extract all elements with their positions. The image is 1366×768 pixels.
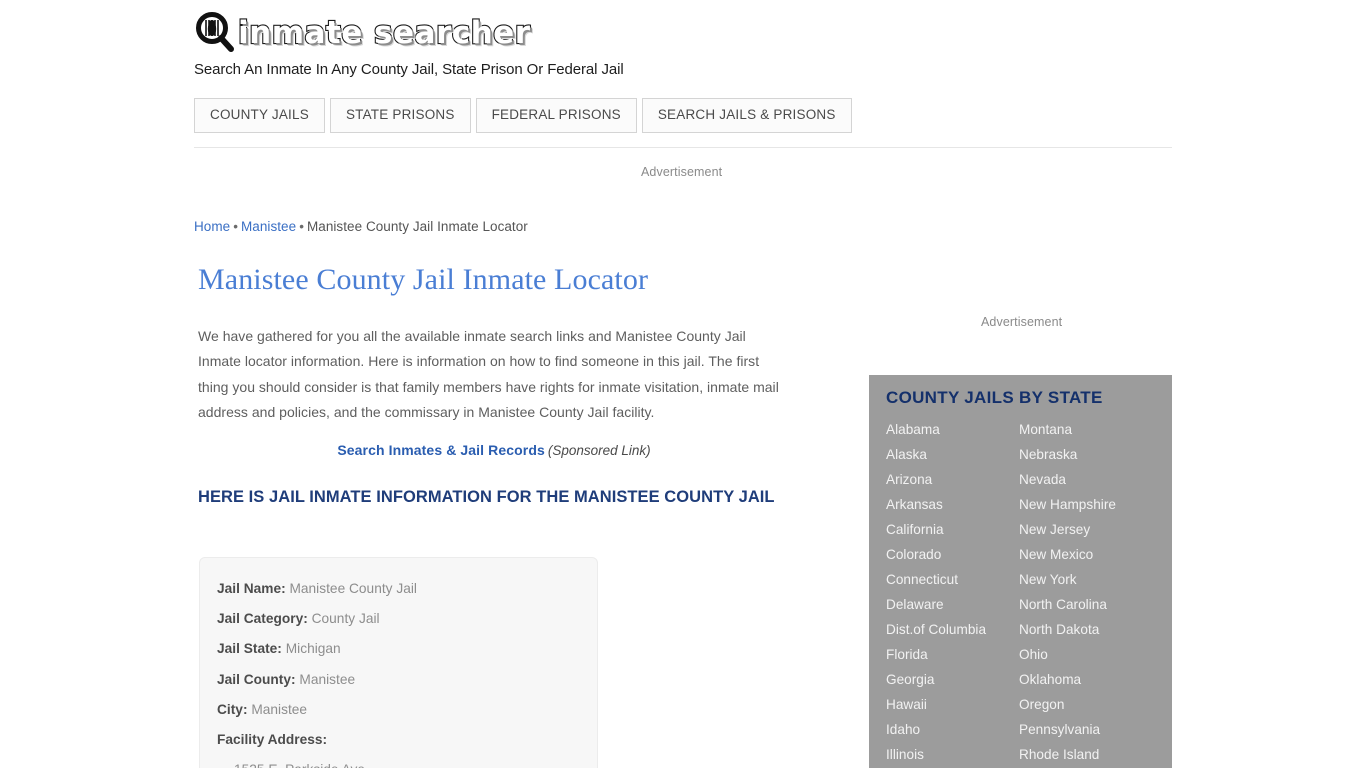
info-label-jail-category: Jail Category: (217, 611, 308, 627)
ad-label-sidebar: Advertisement (981, 315, 1063, 329)
page-title: Manistee County Jail Inmate Locator (198, 263, 649, 296)
search-inmates-records-link[interactable]: Search Inmates & Jail Records (337, 442, 545, 458)
state-link-dist-of-columbia[interactable]: Dist.of Columbia (886, 617, 1019, 642)
state-link-north-carolina[interactable]: North Carolina (1019, 592, 1172, 617)
state-link-alaska[interactable]: Alaska (886, 442, 1019, 467)
site-tagline: Search An Inmate In Any County Jail, Sta… (194, 61, 624, 78)
site-header: inmate searcher Search An Inmate In Any … (194, 10, 1172, 78)
intro-paragraph: We have gathered for you all the availab… (198, 328, 779, 420)
info-label-city: City: (217, 701, 248, 717)
info-value-jail-state: Michigan (285, 641, 341, 657)
state-link-illinois[interactable]: Illinois (886, 742, 1019, 767)
breadcrumb-separator-1: • (233, 219, 238, 234)
info-label-jail-state: Jail State: (217, 641, 282, 657)
nav-item-state-prisons[interactable]: STATE PRISONS (329, 98, 471, 133)
state-link-montana[interactable]: Montana (1019, 417, 1172, 442)
main-content: Manistee County Jail Inmate Locator We h… (194, 262, 794, 510)
info-value-jail-name: Manistee County Jail (289, 581, 417, 596)
info-row-jail-county: Jail County: Manistee (200, 665, 597, 695)
section-title-jail-info: HERE IS JAIL INMATE INFORMATION FOR THE … (198, 488, 775, 507)
page-root: inmate searcher Search An Inmate In Any … (0, 0, 1366, 768)
state-link-new-jersey[interactable]: New Jersey (1019, 517, 1172, 542)
info-label-jail-county: Jail County: (217, 671, 296, 687)
state-link-oklahoma[interactable]: Oklahoma (1019, 667, 1172, 692)
breadcrumb-home[interactable]: Home (194, 219, 230, 234)
state-link-arkansas[interactable]: Arkansas (886, 492, 1019, 517)
state-link-pennsylvania[interactable]: Pennsylvania (1019, 717, 1172, 742)
state-link-north-dakota[interactable]: North Dakota (1019, 617, 1172, 642)
info-label-jail-name: Jail Name: (217, 581, 286, 596)
state-link-georgia[interactable]: Georgia (886, 667, 1019, 692)
ad-label-top: Advertisement (641, 165, 723, 179)
info-value-address-line1: 1525 E. Parkside Ave. (200, 755, 597, 768)
sidebar-county-jails-by-state: COUNTY JAILS BY STATE Alabama Montana Al… (869, 375, 1172, 768)
state-link-delaware[interactable]: Delaware (886, 592, 1019, 617)
jail-info-box: Jail Name: Manistee County Jail Jail Cat… (199, 557, 598, 768)
nav-item-federal-prisons[interactable]: FEDERAL PRISONS (475, 98, 637, 133)
info-row-city: City: Manistee (200, 695, 597, 725)
state-link-alabama[interactable]: Alabama (886, 417, 1019, 442)
breadcrumb-current: Manistee County Jail Inmate Locator (306, 219, 528, 234)
info-row-jail-state: Jail State: Michigan (200, 634, 597, 664)
state-link-new-york[interactable]: New York (1019, 567, 1172, 592)
info-value-jail-county: Manistee (299, 671, 356, 687)
state-link-arizona[interactable]: Arizona (886, 467, 1019, 492)
nav-item-search-jails-prisons[interactable]: SEARCH JAILS & PRISONS (641, 98, 852, 133)
state-link-ohio[interactable]: Ohio (1019, 642, 1172, 667)
info-row-jail-category: Jail Category: County Jail (200, 604, 597, 634)
site-logo-text: inmate searcher (237, 15, 531, 51)
breadcrumb: Home • Manistee • Manistee County Jail Inmat… (194, 219, 528, 234)
info-row-facility-address: Facility Address: (200, 725, 597, 755)
main-nav: COUNTY JAILS STATE PRISONS FEDERAL PRISO… (194, 98, 852, 133)
state-link-hawaii[interactable]: Hawaii (886, 692, 1019, 717)
sponsored-note: (Sponsored Link) (547, 443, 651, 459)
info-value-jail-category: County Jail (311, 611, 380, 627)
state-link-nebraska[interactable]: Nebraska (1019, 442, 1172, 467)
nav-item-county-jails[interactable]: COUNTY JAILS (194, 98, 325, 133)
state-link-idaho[interactable]: Idaho (886, 717, 1019, 742)
state-link-new-hampshire[interactable]: New Hampshire (1019, 492, 1172, 517)
state-link-california[interactable]: California (886, 517, 1019, 542)
state-link-colorado[interactable]: Colorado (886, 542, 1019, 567)
state-link-oregon[interactable]: Oregon (1019, 692, 1172, 717)
state-links-grid: Alabama Montana Alaska Nebraska Arizona … (869, 408, 1172, 767)
state-link-new-mexico[interactable]: New Mexico (1019, 542, 1172, 567)
state-link-florida[interactable]: Florida (886, 642, 1019, 667)
state-link-rhode-island[interactable]: Rhode Island (1019, 742, 1172, 767)
breadcrumb-county[interactable]: Manistee (241, 219, 296, 234)
info-label-facility-address: Facility Address: (217, 732, 328, 748)
info-value-city: Manistee (251, 701, 308, 717)
sidebar-title: COUNTY JAILS BY STATE (886, 388, 1103, 407)
state-link-nevada[interactable]: Nevada (1019, 467, 1172, 492)
breadcrumb-separator-2: • (299, 219, 304, 234)
state-link-connecticut[interactable]: Connecticut (886, 567, 1019, 592)
site-logo[interactable]: inmate searcher (194, 10, 1172, 56)
sponsored-link-row: Search Inmates & Jail Records (Sponsored … (194, 442, 794, 458)
magnifier-bars-icon (194, 12, 236, 54)
header-divider (194, 147, 1172, 148)
info-row-jail-name: Jail Name: Manistee County Jail (200, 574, 597, 604)
